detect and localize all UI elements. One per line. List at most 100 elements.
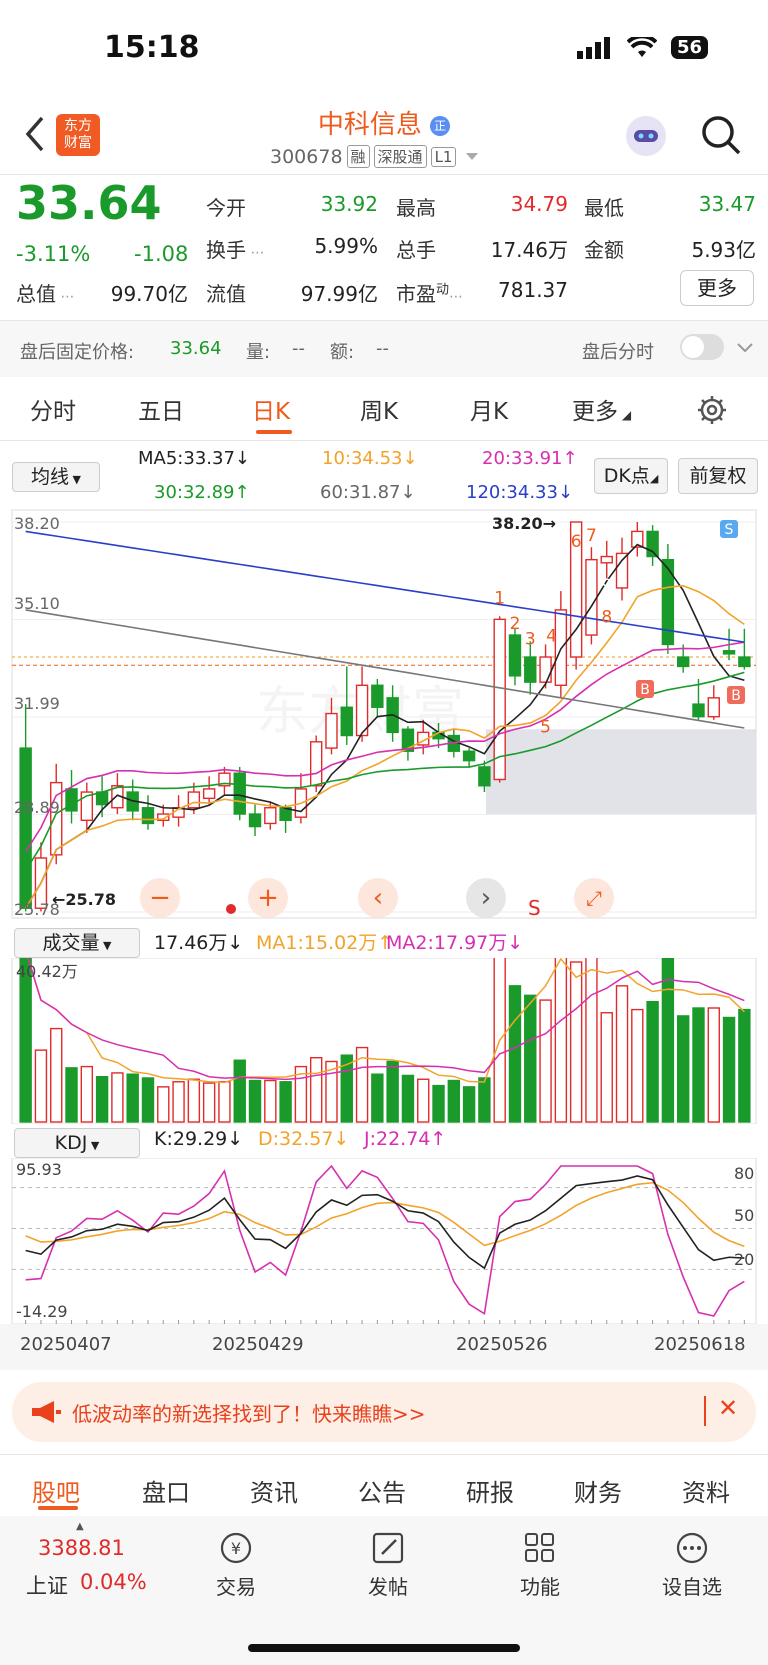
volume-bar	[233, 1059, 246, 1123]
amount-value: 5.93亿	[691, 238, 756, 262]
candle-body	[692, 703, 705, 718]
candle-body	[676, 656, 690, 668]
candle-body	[524, 656, 537, 683]
y-tick-4: 28.89	[14, 798, 60, 817]
kline-chart[interactable]: 东方财富123456789SBB	[0, 508, 768, 920]
candle-body	[19, 747, 32, 909]
trade-button[interactable]: ¥ 交易	[186, 1530, 286, 1600]
volume-bar	[646, 1000, 659, 1123]
chevron-down-icon[interactable]	[736, 342, 754, 354]
kdj-d: D:32.57↓	[258, 1128, 350, 1150]
tab-weekly-k[interactable]: 周K	[360, 392, 398, 426]
volume-value: 17.46万	[490, 238, 568, 262]
dropdown-icon[interactable]	[464, 151, 480, 163]
tab-finance[interactable]: 财务	[574, 1473, 622, 1508]
zoom-out-button[interactable]: −	[140, 878, 180, 918]
tab-underline	[256, 430, 292, 434]
info-icon[interactable]: ⋯	[56, 289, 74, 305]
functions-button[interactable]: 功能	[490, 1530, 590, 1600]
after-hours-toggle[interactable]	[680, 334, 724, 360]
mcap-value: 99.70亿	[110, 282, 188, 306]
candle-body	[615, 552, 629, 589]
candle-body	[478, 766, 491, 787]
scroll-right-button[interactable]: ›	[466, 878, 506, 918]
index-change[interactable]: 0.04%	[80, 1570, 147, 1594]
index-name[interactable]: 上证	[26, 1570, 68, 1600]
tab-pankou[interactable]: 盘口	[142, 1473, 190, 1508]
promo-banner[interactable]: 低波动率的新选择找到了！快来瞧瞧>> ✕	[12, 1382, 756, 1442]
volume-bar	[738, 1008, 751, 1123]
candle-body	[233, 772, 246, 815]
signal-label: 6	[571, 532, 582, 552]
candle-body	[539, 656, 552, 683]
fullscreen-button[interactable]: ⤢	[574, 878, 614, 918]
tag-level: L1	[430, 146, 457, 167]
min-price-label: ←25.78	[52, 890, 117, 909]
add-watchlist-button[interactable]: 设自选	[642, 1530, 742, 1600]
signal-label: 2	[510, 614, 521, 634]
volume-bar	[279, 1081, 292, 1123]
zoom-in-button[interactable]: +	[248, 878, 288, 918]
ma20-value: 20:33.91↑	[482, 448, 578, 469]
adjust-button[interactable]: 前复权	[678, 458, 758, 494]
tab-guba[interactable]: 股吧	[32, 1473, 80, 1508]
more-button[interactable]: 更多	[680, 270, 754, 306]
float-value: 97.99亿	[300, 282, 378, 306]
volume-bar	[508, 985, 522, 1123]
assistant-robot-icon[interactable]	[624, 114, 668, 158]
settings-gear-icon[interactable]	[696, 394, 728, 426]
trade-label: 交易	[216, 1575, 256, 1599]
after-hours-price: 33.64	[170, 338, 222, 359]
wifi-icon	[626, 36, 657, 57]
after-hours-toggle-label: 盘后分时	[582, 342, 654, 363]
volume-ma2: MA2:17.97万↓	[386, 932, 524, 954]
dk-point-button[interactable]: DK点◢	[594, 458, 668, 494]
volume-bar	[707, 1007, 720, 1123]
tab-profile[interactable]: 资料	[682, 1473, 730, 1508]
candle-body	[707, 697, 720, 718]
mcap-label: 总值 ⋯	[16, 282, 75, 306]
tab-announcements[interactable]: 公告	[358, 1473, 406, 1508]
status-icons: 56	[576, 36, 708, 59]
ma-selector[interactable]: 均线 ▼	[12, 462, 100, 492]
signal-label: 3	[525, 629, 536, 649]
trade-icon: ¥	[220, 1532, 252, 1564]
tab-news[interactable]: 资讯	[250, 1473, 298, 1508]
kdj-tick-80: 80	[734, 1164, 755, 1183]
tab-intraday[interactable]: 分时	[30, 392, 76, 426]
kdj-top-label: 95.93	[16, 1160, 62, 1179]
info-icon[interactable]: ⋯	[449, 289, 463, 305]
svg-text:¥: ¥	[231, 1539, 241, 1558]
signal-icon	[576, 36, 610, 59]
volume-bar	[172, 1081, 185, 1123]
tab-daily-k[interactable]: 日K	[252, 392, 290, 426]
ma60-value: 60:31.87↓	[320, 482, 416, 503]
sell-marker-text: S	[725, 522, 734, 538]
volume-selector[interactable]: 成交量 ▼	[14, 928, 140, 958]
post-button[interactable]: 发帖	[338, 1530, 438, 1600]
volume-bar	[600, 1012, 613, 1123]
open-label: 今开	[206, 196, 246, 220]
edit-icon	[372, 1532, 404, 1564]
kdj-tick-20: 20	[734, 1250, 755, 1269]
home-indicator	[248, 1644, 520, 1652]
scroll-left-button[interactable]: ‹	[358, 878, 398, 918]
index-value[interactable]: 3388.81	[38, 1536, 125, 1560]
index-up-arrow-icon: ▲	[76, 1521, 84, 1532]
tab-more[interactable]: 更多 ◢	[572, 392, 631, 426]
ma30-value: 30:32.89↑	[154, 482, 250, 503]
volume-chart	[11, 958, 757, 1124]
candle-body	[738, 656, 751, 668]
tab-research[interactable]: 研报	[466, 1473, 514, 1508]
tab-monthly-k[interactable]: 月K	[470, 392, 508, 426]
volume-bar	[432, 1084, 445, 1123]
ma120-value: 120:34.33↓	[466, 482, 574, 503]
kdj-selector[interactable]: KDJ ▼	[14, 1128, 140, 1158]
stock-code: 300678	[270, 145, 343, 168]
y-tick-3: 31.99	[14, 694, 60, 713]
candle-body	[187, 791, 201, 809]
close-icon[interactable]: ✕	[718, 1394, 738, 1422]
tab-five-day[interactable]: 五日	[138, 392, 184, 426]
info-icon[interactable]: ⋯	[246, 245, 264, 261]
search-icon[interactable]	[700, 114, 742, 156]
